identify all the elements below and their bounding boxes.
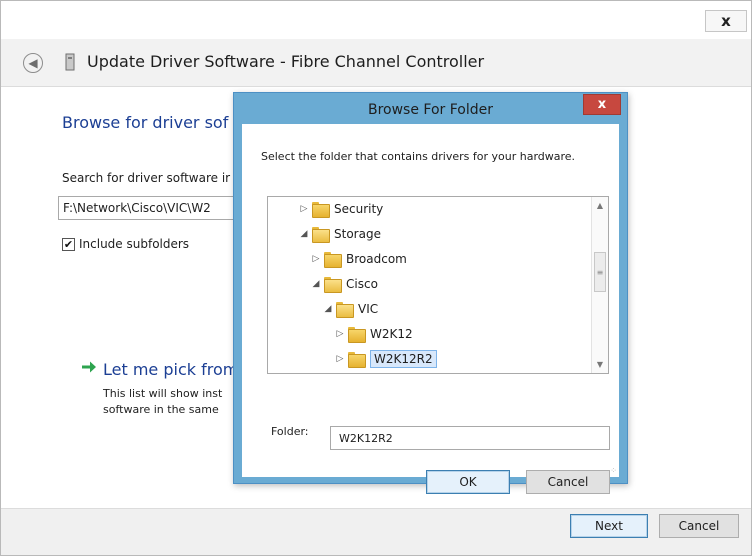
wizard-cancel-button[interactable]: Cancel — [659, 514, 739, 538]
scroll-down-icon[interactable]: ▼ — [592, 356, 608, 373]
folder-field-label: Folder: — [271, 425, 309, 438]
green-arrow-icon — [82, 361, 96, 373]
folder-icon — [348, 352, 366, 368]
tree-item-cisco[interactable]: ◢ Cisco — [310, 273, 378, 295]
scroll-up-icon[interactable]: ▲ — [592, 197, 608, 214]
folder-open-icon — [324, 277, 342, 293]
tree-item-label: Cisco — [346, 277, 378, 291]
device-icon — [65, 53, 75, 71]
folder-icon — [348, 327, 366, 343]
tree-item-w2k12r2[interactable]: ▷ W2K12R2 — [334, 348, 437, 370]
wizard-header: ◀ Update Driver Software - Fibre Channel… — [1, 39, 751, 87]
tree-item-label: W2K12 — [370, 327, 413, 341]
tree-item-label: Security — [334, 202, 384, 216]
folder-open-icon — [336, 302, 354, 318]
wizard-title: Update Driver Software - Fibre Channel C… — [87, 52, 485, 71]
dialog-title: Browse For Folder — [367, 102, 493, 118]
wizard-heading: Browse for driver sof — [62, 113, 229, 132]
wizard-close-button[interactable]: x — [705, 10, 747, 32]
tree-item-label: VIC — [358, 302, 379, 316]
collapse-arrow-icon[interactable]: ◢ — [322, 304, 334, 314]
resize-grip-icon[interactable]: ⁘ — [610, 466, 617, 475]
tree-item-label: Storage — [334, 227, 381, 241]
back-arrow-icon[interactable]: ◀ — [23, 53, 43, 73]
dialog-instruction: Select the folder that contains drivers … — [261, 150, 576, 163]
collapse-arrow-icon[interactable]: ◢ — [310, 279, 322, 289]
tree-item-storage[interactable]: ◢ Storage — [298, 223, 381, 245]
next-button[interactable]: Next — [570, 514, 648, 538]
folder-tree[interactable]: ▷ Security ◢ Storage ▷ Broadcom ◢ Cisco … — [267, 196, 609, 374]
tree-item-w2k12[interactable]: ▷ W2K12 — [334, 323, 413, 345]
tree-item-vic[interactable]: ◢ VIC — [322, 298, 378, 320]
pick-description-line-1: This list will show inst — [103, 387, 223, 400]
pick-from-list-link[interactable]: Let me pick from — [103, 360, 238, 379]
tree-item-security[interactable]: ▷ Security — [298, 198, 383, 220]
tree-item-label: Broadcom — [346, 252, 407, 266]
pick-description: This list will show inst software in the… — [103, 386, 222, 418]
dialog-cancel-button[interactable]: Cancel — [526, 470, 610, 494]
collapse-arrow-icon[interactable]: ◢ — [298, 229, 310, 239]
folder-icon — [324, 252, 342, 268]
tree-item-broadcom[interactable]: ▷ Broadcom — [310, 248, 407, 270]
folder-open-icon — [312, 227, 330, 243]
browse-for-folder-dialog: Browse For Folder x Select the folder th… — [233, 92, 628, 494]
scroll-thumb[interactable]: ≡ — [594, 252, 606, 292]
tree-item-label: W2K12R2 — [370, 350, 437, 368]
folder-input[interactable]: W2K12R2 — [330, 426, 610, 450]
include-subfolders-label: Include subfolders — [79, 237, 190, 251]
dialog-body: Select the folder that contains drivers … — [242, 124, 619, 494]
wizard-footer: Next Cancel — [1, 508, 751, 555]
dialog-close-button[interactable]: x — [583, 94, 621, 115]
expand-arrow-icon[interactable]: ▷ — [298, 204, 310, 214]
search-label: Search for driver software ir — [62, 171, 231, 185]
expand-arrow-icon[interactable]: ▷ — [334, 354, 346, 364]
tree-scrollbar[interactable]: ▲ ≡ ▼ — [591, 197, 608, 373]
expand-arrow-icon[interactable]: ▷ — [334, 329, 346, 339]
folder-icon — [312, 202, 330, 218]
expand-arrow-icon[interactable]: ▷ — [310, 254, 322, 264]
include-subfolders-row[interactable]: ✔ Include subfolders — [62, 237, 189, 251]
pick-description-line-2: software in the same — [103, 403, 219, 416]
include-subfolders-checkbox[interactable]: ✔ — [62, 237, 75, 251]
ok-button[interactable]: OK — [426, 470, 510, 494]
